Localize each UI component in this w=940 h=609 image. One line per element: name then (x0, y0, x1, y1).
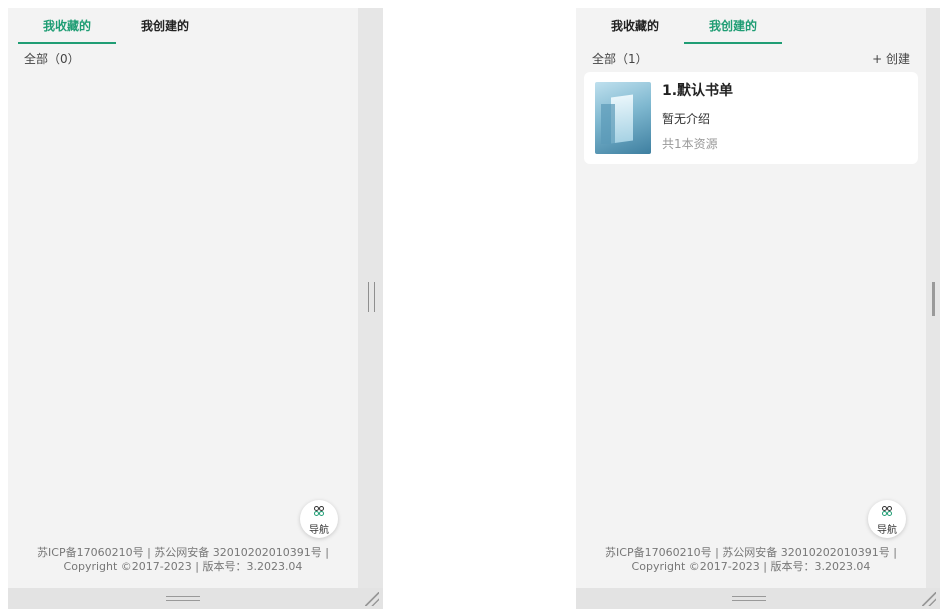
scrollbar-grip[interactable] (368, 282, 375, 312)
resize-corner-icon[interactable] (365, 592, 379, 606)
vertical-scrollbar[interactable] (358, 8, 383, 588)
grid-nav-icon (312, 506, 326, 518)
booklist-card[interactable]: 1.默认书单 暂无介绍 共1本资源 (584, 72, 918, 164)
favorites-panel: 我收藏的 我创建的 全部（0） 导航 苏ICP备17060210号 | 苏公网安… (8, 8, 383, 609)
tab-bar: 我收藏的 我创建的 (8, 8, 358, 44)
tab-favorites[interactable]: 我收藏的 (18, 18, 116, 44)
tab-bar: 我收藏的 我创建的 (576, 8, 926, 44)
tab-favorites[interactable]: 我收藏的 (586, 18, 684, 44)
resize-grip-icon[interactable] (732, 596, 766, 601)
tab-created[interactable]: 我创建的 (116, 18, 214, 44)
all-count-label: 全部（1） (592, 52, 648, 66)
created-panel: 我收藏的 我创建的 全部（1） + 创建 1.默认书单 暂无介绍 共1本资源 导… (576, 8, 940, 609)
bottom-resize-bar[interactable] (8, 588, 383, 609)
footer-icp: 苏ICP备17060210号 | 苏公网安备 32010202010391号 | (605, 546, 897, 559)
resize-corner-icon[interactable] (922, 592, 936, 606)
nav-button[interactable]: 导航 (300, 500, 338, 538)
booklist-title: 1.默认书单 (662, 83, 734, 99)
booklist-resource-count: 共1本资源 (662, 137, 718, 151)
nav-button-label: 导航 (877, 525, 897, 536)
footer-icp: 苏ICP备17060210号 | 苏公网安备 32010202010391号 | (37, 546, 329, 559)
nav-button[interactable]: 导航 (868, 500, 906, 538)
grid-nav-icon (880, 506, 894, 518)
nav-button-label: 导航 (309, 525, 329, 536)
bottom-resize-bar[interactable] (576, 588, 940, 609)
panel-content: 我收藏的 我创建的 全部（1） + 创建 1.默认书单 暂无介绍 共1本资源 导… (576, 8, 926, 588)
footer-copyright: Copyright ©2017-2023 | 版本号：3.2023.04 (63, 560, 303, 573)
create-booklist-button[interactable]: + 创建 (872, 50, 910, 67)
vertical-scrollbar[interactable] (926, 8, 940, 588)
booklist-description: 暂无介绍 (662, 112, 711, 126)
footer: 苏ICP备17060210号 | 苏公网安备 32010202010391号 |… (576, 546, 926, 574)
resize-grip-icon[interactable] (166, 596, 200, 601)
footer-copyright: Copyright ©2017-2023 | 版本号：3.2023.04 (631, 560, 871, 573)
panel-content: 我收藏的 我创建的 全部（0） 导航 苏ICP备17060210号 | 苏公网安… (8, 8, 358, 588)
tab-created[interactable]: 我创建的 (684, 18, 782, 44)
footer: 苏ICP备17060210号 | 苏公网安备 32010202010391号 |… (8, 546, 358, 574)
scrollbar-thumb[interactable] (932, 282, 935, 316)
book-cover-image (595, 82, 651, 154)
all-count-label: 全部（0） (24, 52, 80, 66)
